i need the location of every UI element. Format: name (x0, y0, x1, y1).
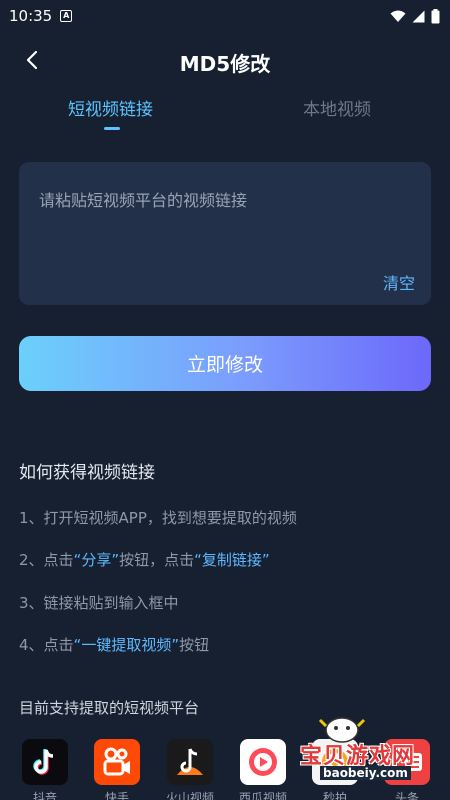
step-text: 3、链接粘贴到输入框中 (19, 594, 179, 612)
step-highlight-share: “分享” (73, 551, 120, 569)
active-tab-indicator (104, 127, 120, 130)
platform-label-douyin: 抖音 (32, 791, 57, 800)
clear-button[interactable]: 清空 (383, 270, 415, 294)
howto-title: 如何获得视频链接 (19, 463, 155, 483)
app-header: MD5修改 (0, 40, 450, 80)
step-highlight-extract: “一键提取视频” (73, 636, 180, 654)
kuaishou-icon (103, 747, 130, 776)
tab-bar: 短视频链接 本地视频 (0, 95, 450, 135)
huoshan-icon (177, 748, 203, 775)
platform-huoshan[interactable] (167, 739, 213, 785)
xigua-icon (249, 748, 277, 776)
step-text: 按钮，点击 (119, 551, 195, 569)
howto-step-2: 2、点击“分享”按钮，点击“复制链接” (19, 549, 270, 570)
notification-a-icon: A (60, 10, 73, 22)
platform-kuaishou[interactable] (94, 739, 140, 785)
platform-label-kuaishou: 快手 (104, 791, 129, 800)
video-link-input[interactable] (39, 188, 409, 212)
status-time: 10:35 (9, 7, 53, 25)
link-input-card: 清空 (19, 162, 431, 305)
step-highlight-copy-link: “复制链接” (194, 551, 270, 569)
status-icons (390, 8, 440, 24)
douyin-icon (33, 749, 54, 775)
status-bar: 10:35 A (0, 0, 450, 32)
tab-short-video-link[interactable]: 短视频链接 (68, 95, 153, 120)
signal-icon (412, 10, 425, 22)
step-text: 1、打开短视频APP，找到想要提取的视频 (19, 509, 297, 527)
wifi-icon (390, 10, 406, 22)
howto-step-4: 4、点击“一键提取视频”按钮 (19, 634, 209, 655)
howto-step-1: 1、打开短视频APP，找到想要提取的视频 (19, 507, 297, 528)
watermark: 宝贝游戏网 baobeiy.com (278, 710, 450, 800)
platform-label-huoshan: 火山视频 (165, 791, 214, 800)
platform-douyin[interactable] (22, 739, 68, 785)
howto-step-3: 3、链接粘贴到输入框中 (19, 592, 179, 613)
step-text: 4、点击 (19, 636, 74, 654)
page-title: MD5修改 (179, 52, 271, 76)
watermark-url: baobeiy.com (320, 766, 411, 780)
modify-now-button[interactable]: 立即修改 (19, 336, 431, 391)
step-text: 按钮 (179, 636, 210, 654)
battery-icon (431, 8, 440, 23)
step-text: 2、点击 (19, 551, 74, 569)
tab-local-video[interactable]: 本地视频 (303, 95, 371, 120)
platforms-title: 目前支持提取的短视频平台 (19, 699, 200, 717)
